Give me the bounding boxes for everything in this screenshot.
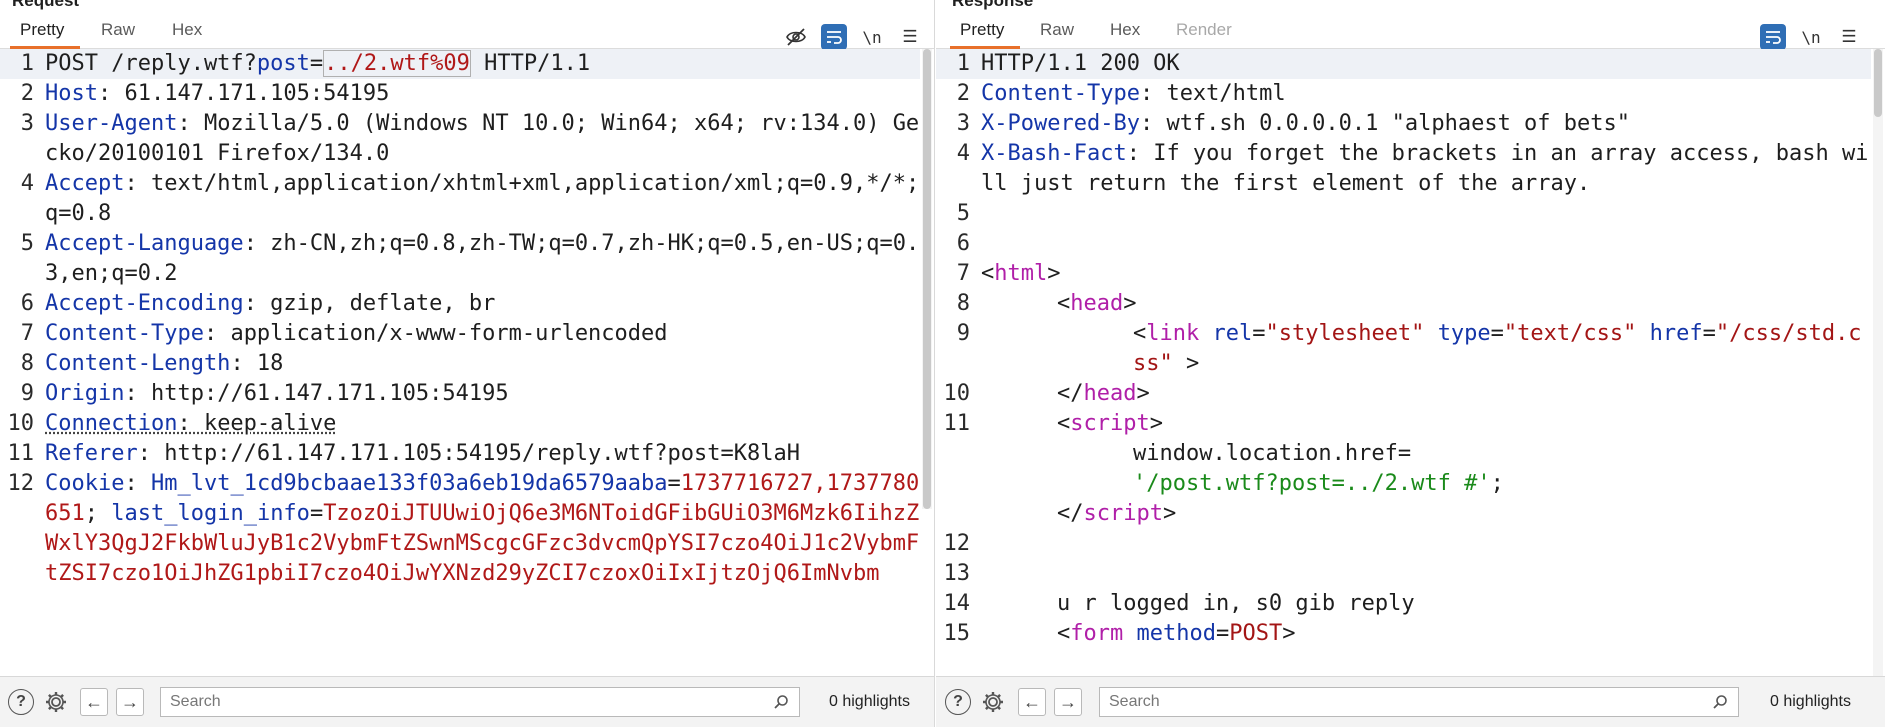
- tab-raw[interactable]: Raw: [1040, 20, 1074, 40]
- back-arrow-icon[interactable]: ←: [1018, 688, 1046, 716]
- menu-icon[interactable]: ☰: [1836, 24, 1862, 50]
- search-icon: [773, 694, 789, 715]
- request-editor[interactable]: 1 POST /reply.wtf?post=../2.wtf%09 HTTP/1…: [0, 49, 920, 677]
- script-line: '/post.wtf?post=../2.wtf #';: [1133, 471, 1504, 496]
- html-line: 9 <link rel="stylesheet" type="text/css" …: [956, 321, 1862, 376]
- forward-arrow-icon[interactable]: →: [1054, 688, 1082, 716]
- response-panel: Response Pretty Raw Hex Render \n ☰ 1 HTT…: [936, 0, 1885, 727]
- tab-hex[interactable]: Hex: [1110, 20, 1140, 40]
- help-icon[interactable]: ?: [944, 688, 972, 716]
- header-line: 6 Accept-Encoding: gzip, deflate, br: [20, 291, 496, 316]
- header-line: 10 Connection: keep-alive: [7, 411, 337, 436]
- header-line: 2 Content-Type: text/html: [956, 81, 1286, 106]
- blank-line: 12: [943, 531, 971, 556]
- request-footer: ? ← → Search 0 highlights: [0, 676, 934, 727]
- header-line: 11 Referer: http://61.147.171.105:54195/r…: [7, 441, 800, 466]
- header-line: 8 Content-Length: 18: [20, 351, 284, 376]
- back-arrow-icon[interactable]: ←: [80, 688, 108, 716]
- request-tabs: Pretty Raw Hex \n ☰: [0, 10, 934, 50]
- highlights-count: 0 highlights: [829, 693, 910, 710]
- highlights-count: 0 highlights: [1770, 693, 1851, 710]
- request-line: 1 POST /reply.wtf?post=../2.wtf%09 HTTP/1…: [0, 49, 920, 79]
- tab-raw[interactable]: Raw: [101, 20, 135, 40]
- response-footer: ? ← → Search 0 highlights: [936, 676, 1885, 727]
- wrap-icon[interactable]: [1760, 24, 1786, 50]
- html-line: 10 </head>: [943, 381, 1150, 406]
- request-scrollbar[interactable]: [922, 49, 932, 509]
- html-line: </script>: [1057, 501, 1177, 526]
- html-line: 7 <html>: [956, 261, 1061, 286]
- cookie-line: 12 Cookie: Hm_lvt_1cd9bcbaae133f03a6eb19d…: [7, 471, 920, 586]
- tab-hex[interactable]: Hex: [172, 20, 202, 40]
- gear-icon[interactable]: [979, 688, 1007, 716]
- help-icon[interactable]: ?: [7, 688, 35, 716]
- response-tabs: Pretty Raw Hex Render \n ☰: [936, 10, 1885, 50]
- header-line: 3 X-Powered-By: wtf.sh 0.0.0.0.1 "alphaes…: [956, 111, 1631, 136]
- tab-pretty[interactable]: Pretty: [960, 20, 1004, 40]
- header-line: 4 X-Bash-Fact: If you forget the brackets…: [956, 141, 1869, 196]
- response-scrollbar[interactable]: [1873, 49, 1883, 677]
- html-line: 11 <script>: [943, 411, 1163, 436]
- forward-arrow-icon[interactable]: →: [116, 688, 144, 716]
- request-search-input[interactable]: Search: [160, 687, 800, 717]
- header-line: 5 Accept-Language: zh-CN,zh;q=0.8,zh-TW;q…: [20, 231, 920, 286]
- header-line: 3 User-Agent: Mozilla/5.0 (Windows NT 10.…: [20, 111, 920, 166]
- blank-line: 5: [956, 201, 970, 226]
- script-line: window.location.href=: [1133, 441, 1412, 466]
- status-line: 1 HTTP/1.1 200 OK: [936, 49, 1871, 79]
- tab-pretty[interactable]: Pretty: [20, 20, 64, 40]
- request-panel: Request Pretty Raw Hex \n ☰ 1 POST /reply…: [0, 0, 935, 727]
- newline-toggle[interactable]: \n: [1798, 24, 1824, 50]
- wrap-icon[interactable]: [821, 24, 847, 50]
- header-line: 9 Origin: http://61.147.171.105:54195: [20, 381, 509, 406]
- blank-line: 13: [943, 561, 971, 586]
- html-line: 15 <form method=POST>: [943, 621, 1296, 646]
- header-line: 7 Content-Type: application/x-www-form-ur…: [20, 321, 668, 346]
- header-line: 2 Host: 61.147.171.105:54195: [20, 81, 390, 106]
- blank-line: 6: [956, 231, 970, 256]
- gear-icon[interactable]: [42, 688, 70, 716]
- eye-off-icon[interactable]: [783, 24, 809, 50]
- response-editor[interactable]: 1 HTTP/1.1 200 OK 2 Content-Type: text/htm…: [936, 49, 1871, 677]
- text-line: 14 u r logged in, s0 gib reply: [943, 591, 1415, 616]
- header-line: 4 Accept: text/html,application/xhtml+xml…: [20, 171, 920, 226]
- response-search-input[interactable]: Search: [1099, 687, 1739, 717]
- newline-toggle[interactable]: \n: [859, 24, 885, 50]
- tab-render[interactable]: Render: [1176, 20, 1232, 40]
- html-line: 8 <head>: [956, 291, 1137, 316]
- search-icon: [1712, 694, 1728, 715]
- menu-icon[interactable]: ☰: [897, 24, 923, 50]
